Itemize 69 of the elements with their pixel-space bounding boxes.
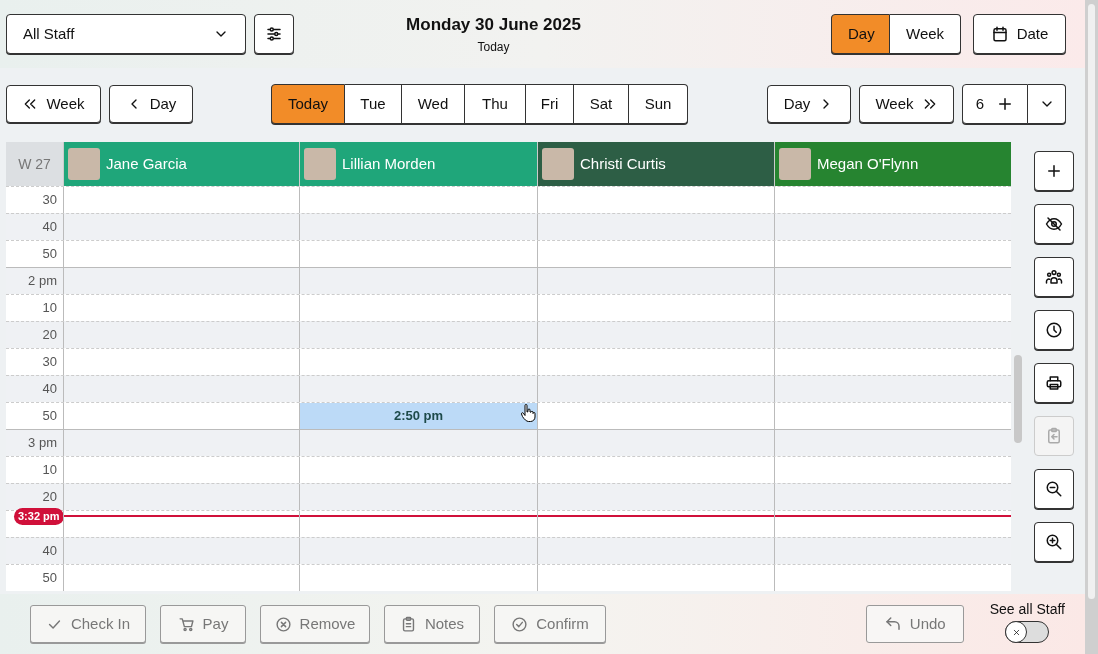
eye-slash-icon	[1045, 215, 1063, 233]
back-button[interactable]: Day	[109, 85, 193, 123]
sliders-icon	[265, 25, 283, 43]
time-label: 40	[41, 380, 58, 399]
date-subtitle: Today	[477, 38, 510, 56]
time-label: 50	[41, 407, 58, 426]
view-tab[interactable]: Week	[890, 14, 961, 54]
time-label: 40	[41, 542, 58, 561]
date-button[interactable]: Date	[973, 14, 1066, 54]
printer-icon	[1045, 374, 1063, 392]
photo-placeholder	[68, 148, 100, 180]
toggle-label: See all Staff	[989, 600, 1065, 619]
staff-header[interactable]: Megan O'Flynn	[774, 142, 1011, 186]
photo-placeholder	[304, 148, 336, 180]
time-label: 20	[41, 326, 58, 345]
calendar-icon	[990, 25, 1009, 43]
time-label: 20	[41, 488, 58, 507]
print-button[interactable]	[1034, 363, 1074, 403]
day-tab[interactable]: Fri	[526, 84, 574, 124]
column-menu-button[interactable]	[1028, 84, 1066, 124]
circle-x-icon	[274, 615, 292, 633]
staff-header[interactable]: Christi Curtis	[537, 142, 774, 186]
plus-icon	[1045, 162, 1063, 180]
time-label: 40	[41, 218, 58, 237]
date-title: Monday 30 June 2025	[406, 14, 581, 37]
view-tab[interactable]: Day	[831, 14, 890, 54]
day-tab[interactable]: Tue	[345, 84, 402, 124]
time-label: 50	[41, 569, 58, 588]
time-label: 10	[41, 461, 58, 480]
scroll-thumb[interactable]	[1014, 355, 1022, 443]
zoom-in-icon	[1045, 533, 1063, 551]
undo-arrow-icon	[883, 615, 902, 633]
selected-slot[interactable]: 2:50 pm	[300, 403, 537, 429]
time-label: 30	[41, 191, 58, 210]
staff-dropdown[interactable]: All Staff	[6, 14, 246, 54]
cart-icon	[177, 615, 195, 633]
time-label: 2 pm	[27, 272, 58, 291]
current-time-badge: 3:32 pm	[14, 508, 64, 525]
circle-check-icon	[511, 615, 529, 633]
day-tab[interactable]: Wed	[402, 84, 465, 124]
group-button[interactable]	[1034, 257, 1074, 297]
zoom-out-icon	[1045, 480, 1063, 498]
filter-button[interactable]	[254, 14, 294, 54]
clock-button[interactable]	[1034, 310, 1074, 350]
time-label: 3 pm	[27, 434, 58, 453]
time-label: 10	[41, 299, 58, 318]
week-number: W 27	[6, 142, 63, 186]
zoom-out-button[interactable]	[1034, 469, 1074, 509]
time-label: 30	[41, 353, 58, 372]
scrollbar[interactable]	[1085, 0, 1098, 654]
photo-placeholder	[542, 148, 574, 180]
clipboard-icon	[1045, 427, 1063, 445]
hide-button[interactable]	[1034, 204, 1074, 244]
day-tab[interactable]: Thu	[465, 84, 526, 124]
x-knob-icon[interactable]	[1005, 621, 1028, 643]
back-button[interactable]: Week	[6, 85, 101, 123]
forward-button[interactable]: Week	[859, 85, 954, 123]
add-button[interactable]	[1034, 151, 1074, 191]
people-icon	[1045, 268, 1063, 286]
see-all-staff-toggle[interactable]	[1005, 621, 1050, 643]
day-tab[interactable]: Sun	[629, 84, 688, 124]
day-tab[interactable]: Today	[271, 84, 345, 124]
zoom-in-button[interactable]	[1034, 522, 1074, 562]
time-label: 50	[41, 245, 58, 264]
clock-icon	[1045, 321, 1063, 339]
column-count-button[interactable]: 6	[962, 84, 1028, 124]
day-tab[interactable]: Sat	[574, 84, 629, 124]
photo-placeholder	[779, 148, 811, 180]
forward-button[interactable]: Day	[767, 85, 851, 123]
